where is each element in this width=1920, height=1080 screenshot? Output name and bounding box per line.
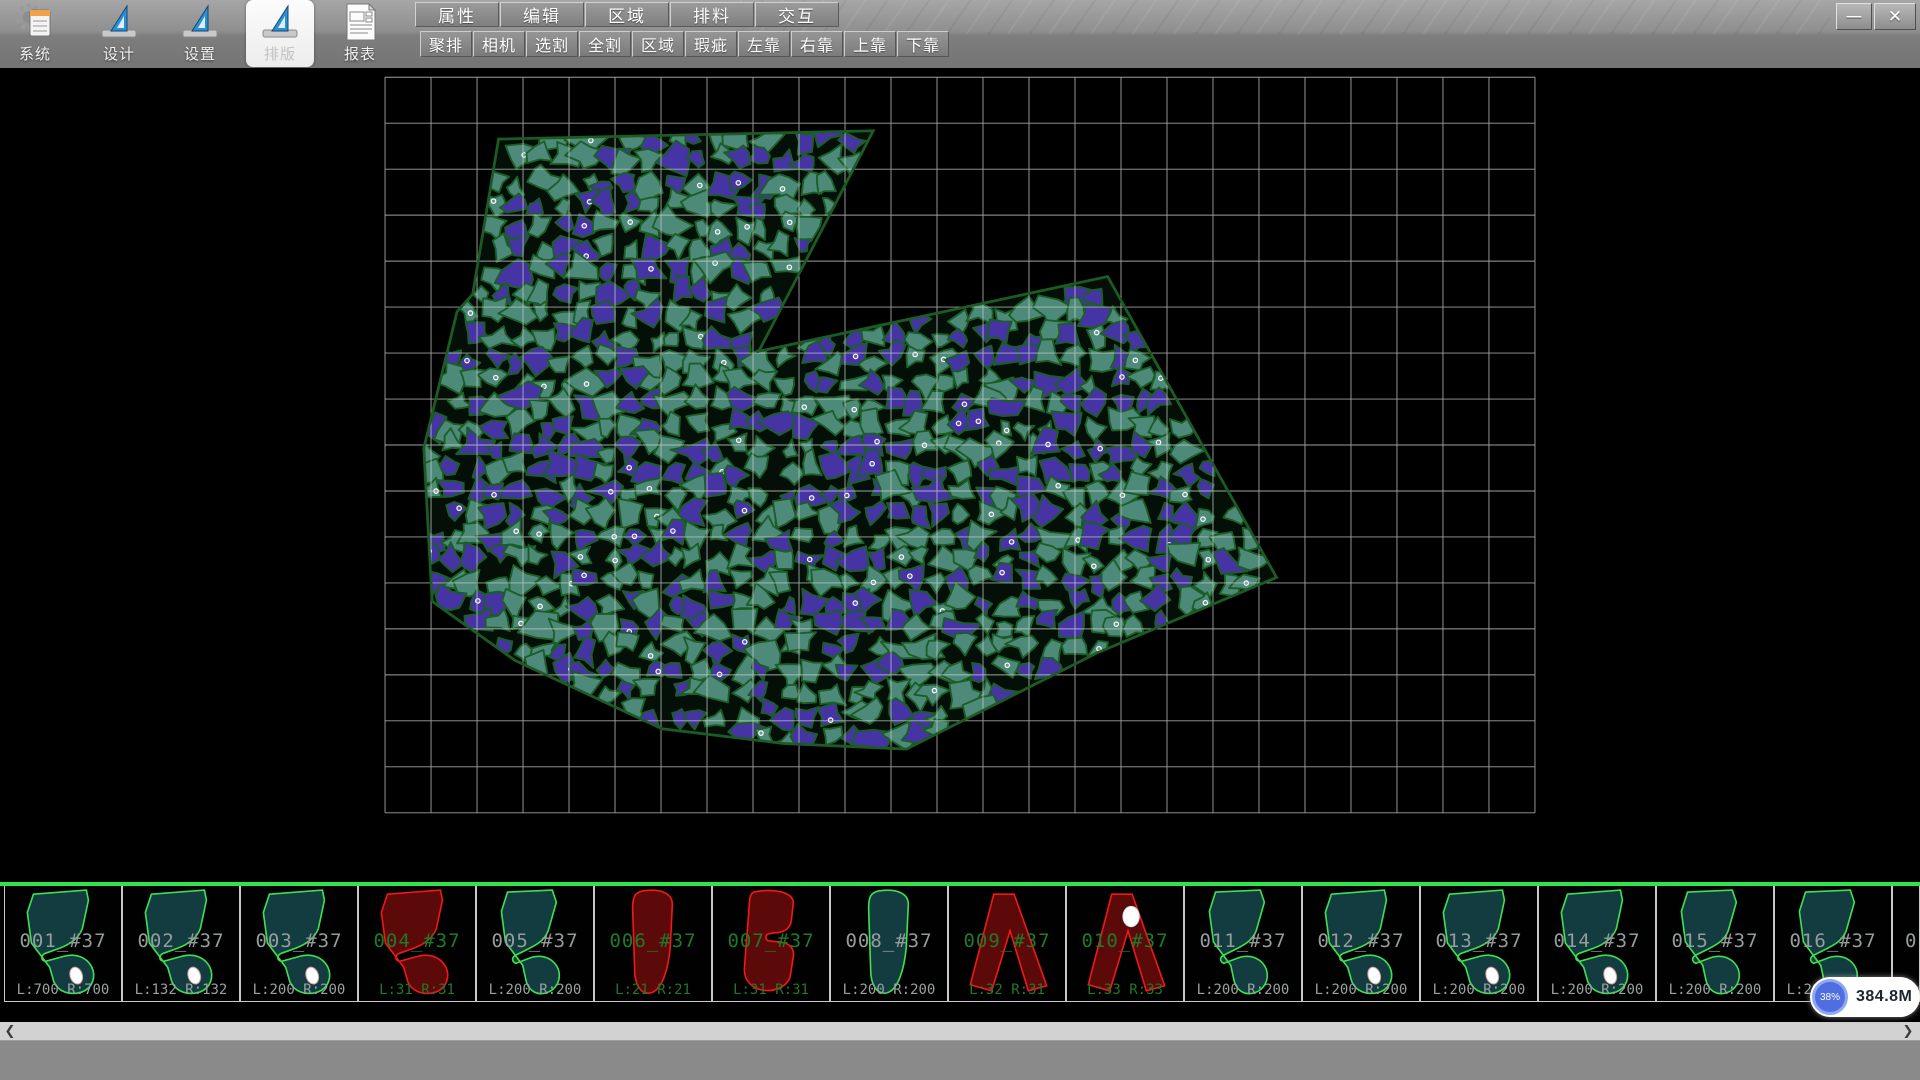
piece-id-label: 010_#37 xyxy=(1067,930,1183,952)
horizontal-scrollbar[interactable]: ❮ ❯ xyxy=(0,1022,1920,1040)
scroll-left-icon[interactable]: ❮ xyxy=(0,1022,20,1040)
piece-thumbnail[interactable]: 012_#37 L:200 R:200 xyxy=(1302,886,1420,1002)
piece-thumbnail[interactable]: 015_#37 L:200 R:200 xyxy=(1656,886,1774,1002)
report-document-icon xyxy=(338,2,382,42)
piece-hole xyxy=(1123,906,1139,926)
piece-lr-count-label: L:200 R:200 xyxy=(1185,982,1301,998)
piece-lr-count-label: L:33 R:33 xyxy=(1067,982,1183,998)
tool-align-top[interactable]: 上靠 xyxy=(844,31,896,57)
piece-id-label: 016_#37 xyxy=(1775,930,1891,952)
top-toolbar: 系统 设计 设置 排版 xyxy=(0,0,1920,68)
scroll-right-icon[interactable]: ❯ xyxy=(1898,1022,1918,1040)
memory-progress-pill: 38% 384.8M xyxy=(1810,977,1920,1017)
piece-lr-count-label: L:31 R:31 xyxy=(359,982,475,998)
app-label: 报表 xyxy=(330,43,390,64)
piece-id-label: 011_#37 xyxy=(1185,930,1301,952)
nesting-setsquare-icon xyxy=(258,2,302,42)
piece-thumbnail[interactable]: 001_#37 L:700 R:700 xyxy=(4,886,122,1002)
piece-thumbnail[interactable]: 003_#37 L:200 R:200 xyxy=(240,886,358,1002)
app-label: 设计 xyxy=(89,43,149,64)
piece-id-label: 008_#37 xyxy=(831,930,947,952)
piece-thumbnail[interactable]: 007_#37 L:31 R:31 xyxy=(712,886,830,1002)
app-label: 设置 xyxy=(170,43,230,64)
piece-lr-count-label: L:200 R:200 xyxy=(1303,982,1419,998)
piece-lr-count-label: L:200 R:200 xyxy=(831,982,947,998)
piece-thumbnail[interactable]: 009_#37 L:32 R:31 xyxy=(948,886,1066,1002)
piece-lr-count-label: L:200 R:200 xyxy=(1421,982,1537,998)
tool-cluster-nest[interactable]: 聚排 xyxy=(420,31,472,57)
piece-lr-count-label: L:200 R:200 xyxy=(1657,982,1773,998)
tool-select-cut[interactable]: 选割 xyxy=(526,31,578,57)
piece-lr-count-label: L:21 R:21 xyxy=(595,982,711,998)
close-button[interactable]: ✕ xyxy=(1874,3,1916,30)
piece-lr-count-label: L:132 R:132 xyxy=(123,982,239,998)
piece-id-label: 005_#37 xyxy=(477,930,593,952)
tool-align-bottom[interactable]: 下靠 xyxy=(897,31,949,57)
piece-thumbnail[interactable]: 008_#37 L:200 R:200 xyxy=(830,886,948,1002)
piece-id-label: 007_#37 xyxy=(713,930,829,952)
piece-id-label: 004_#37 xyxy=(359,930,475,952)
piece-id-label: 002_#37 xyxy=(123,930,239,952)
tool-region[interactable]: 区域 xyxy=(632,31,684,57)
piece-lr-count-label: L:200 R:200 xyxy=(241,982,357,998)
piece-thumbnail[interactable]: 005_#37 L:200 R:200 xyxy=(476,886,594,1002)
app-button-design[interactable]: 设计 xyxy=(89,2,149,66)
piece-id-label: 0 xyxy=(1893,930,1919,952)
piece-thumbnail-strip: 001_#37L:700 R:700002_#37L:132 R:132003_… xyxy=(0,882,1920,1022)
app-label: 排版 xyxy=(250,43,310,64)
piece-thumbnail[interactable]: 006_#37 L:21 R:21 xyxy=(594,886,712,1002)
tool-align-right[interactable]: 右靠 xyxy=(791,31,843,57)
app-button-settings[interactable]: 设置 xyxy=(170,2,230,66)
menu-nesting[interactable]: 排料 xyxy=(670,2,754,27)
memory-value: 384.8M xyxy=(1856,988,1912,1006)
piece-thumbnail[interactable]: 013_#37 L:200 R:200 xyxy=(1420,886,1538,1002)
piece-id-label: 013_#37 xyxy=(1421,930,1537,952)
tool-defect[interactable]: 瑕疵 xyxy=(685,31,737,57)
piece-lr-count-label: L:700 R:700 xyxy=(5,982,121,998)
design-setsquare-icon xyxy=(97,2,141,42)
app-button-report[interactable]: 报表 xyxy=(330,2,390,66)
menu-interaction[interactable]: 交互 xyxy=(755,2,839,27)
piece-id-label: 006_#37 xyxy=(595,930,711,952)
piece-lr-count-label: L:200 R:200 xyxy=(477,982,593,998)
system-gear-icon xyxy=(13,2,57,42)
tool-cut-all[interactable]: 全割 xyxy=(579,31,631,57)
menu-edit[interactable]: 编辑 xyxy=(500,2,584,27)
piece-id-label: 003_#37 xyxy=(241,930,357,952)
piece-thumbnail[interactable]: 011_#37 L:200 R:200 xyxy=(1184,886,1302,1002)
piece-lr-count-label: L:31 R:31 xyxy=(713,982,829,998)
progress-percent: 38% xyxy=(1820,992,1840,1003)
status-bar xyxy=(0,1040,1920,1080)
menu-properties[interactable]: 属性 xyxy=(415,2,499,27)
app-label: 系统 xyxy=(5,43,65,64)
menu-region[interactable]: 区域 xyxy=(585,2,669,27)
app-button-system[interactable]: 系统 xyxy=(5,2,65,66)
tool-align-left[interactable]: 左靠 xyxy=(738,31,790,57)
piece-id-label: 014_#37 xyxy=(1539,930,1655,952)
nesting-canvas[interactable] xyxy=(0,68,1920,882)
settings-setsquare-icon xyxy=(178,2,222,42)
piece-id-label: 001_#37 xyxy=(5,930,121,952)
piece-lr-count-label: L:200 R:200 xyxy=(1539,982,1655,998)
app-button-nesting[interactable]: 排版 xyxy=(250,2,310,66)
piece-thumbnail[interactable]: 010_#37 L:33 R:33 xyxy=(1066,886,1184,1002)
piece-id-label: 015_#37 xyxy=(1657,930,1773,952)
hide-nesting-view xyxy=(0,68,1920,882)
piece-thumbnail[interactable]: 002_#37 L:132 R:132 xyxy=(122,886,240,1002)
piece-id-label: 012_#37 xyxy=(1303,930,1419,952)
tool-camera[interactable]: 相机 xyxy=(473,31,525,57)
piece-id-label: 009_#37 xyxy=(949,930,1065,952)
piece-thumbnail[interactable]: 014_#37 L:200 R:200 xyxy=(1538,886,1656,1002)
piece-thumbnail[interactable]: 004_#37 L:31 R:31 xyxy=(358,886,476,1002)
minimize-button[interactable]: — xyxy=(1836,3,1872,30)
piece-lr-count-label: L:32 R:31 xyxy=(949,982,1065,998)
progress-ring: 38% xyxy=(1812,979,1848,1015)
